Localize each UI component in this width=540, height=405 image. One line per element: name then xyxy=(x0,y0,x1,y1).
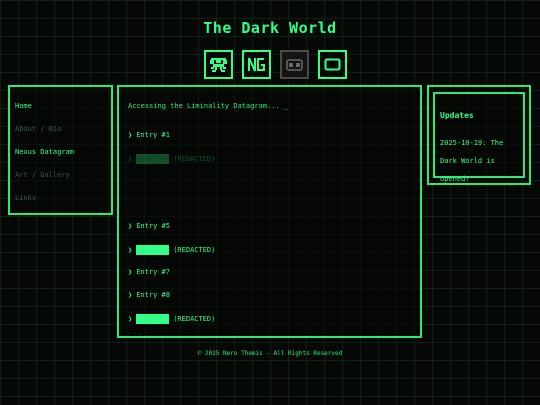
ng-logo-icon-button[interactable] xyxy=(242,50,271,79)
updates-text: 2025-10-19: The Dark World is opened! xyxy=(440,139,504,183)
entry-label: Entry #7 xyxy=(136,268,170,276)
chevron-right-icon: ❯ xyxy=(128,222,133,230)
footer-copyright: © 2025 Nero Themis - All Rights Reserved xyxy=(197,350,343,357)
entry-item[interactable]: ❯ Entry #5 xyxy=(128,222,170,230)
redaction-block xyxy=(136,245,170,255)
nav-item-nexus-datagram[interactable]: Nexus Datagram xyxy=(15,148,74,156)
updates-title: Updates xyxy=(440,111,474,120)
datagram-panel: Accessing the Liminality Datagram... _ ❯… xyxy=(117,85,422,338)
chevron-right-icon: ❯ xyxy=(128,246,133,254)
entry-item-redacted[interactable]: ❯ (REDACTED) xyxy=(128,154,215,164)
updates-panel: Updates 2025-10-19: The Dark World is op… xyxy=(427,85,531,185)
datagram-heading: Accessing the Liminality Datagram... _ xyxy=(128,102,289,110)
pixel-creature-icon xyxy=(210,58,227,72)
pixel-creature-icon-button[interactable] xyxy=(204,50,233,79)
sidebar-nav: Home About / Bio Nexus Datagram Art / Ga… xyxy=(8,85,113,215)
entry-label: Entry #8 xyxy=(136,291,170,299)
tv-screen-icon xyxy=(324,58,341,71)
entry-label: (REDACTED) xyxy=(173,246,216,254)
ng-logo-icon xyxy=(248,57,265,72)
handheld-console-icon xyxy=(286,59,303,71)
chevron-right-icon: ❯ xyxy=(128,155,133,163)
entry-item[interactable]: ❯ Entry #1 xyxy=(128,131,170,139)
entry-item-redacted[interactable]: ❯ (REDACTED) xyxy=(128,314,215,324)
nav-item-links[interactable]: Links xyxy=(15,194,36,202)
entry-label: Entry #5 xyxy=(136,222,170,230)
updates-box: Updates 2025-10-19: The Dark World is op… xyxy=(433,92,525,183)
site-title: The Dark World xyxy=(203,19,337,37)
tv-screen-icon-button[interactable] xyxy=(318,50,347,79)
entry-item[interactable]: ❯ Entry #7 xyxy=(128,268,170,276)
entry-label: Entry #1 xyxy=(136,131,170,139)
icon-bar xyxy=(204,50,347,79)
chevron-right-icon: ❯ xyxy=(128,315,133,323)
chevron-right-icon: ❯ xyxy=(128,291,133,299)
entry-label: (REDACTED) xyxy=(173,315,216,323)
redaction-block xyxy=(136,314,170,324)
entry-label: (REDACTED) xyxy=(173,155,216,163)
entry-item[interactable]: ❯ Entry #8 xyxy=(128,291,170,299)
nav-item-home[interactable]: Home xyxy=(15,102,32,110)
nav-item-art-gallery[interactable]: Art / Gallery xyxy=(15,171,70,179)
nav-item-about-bio[interactable]: About / Bio xyxy=(15,125,61,133)
handheld-console-icon-button[interactable] xyxy=(280,50,309,79)
chevron-right-icon: ❯ xyxy=(128,268,133,276)
redaction-block xyxy=(136,154,170,164)
entry-item-redacted[interactable]: ❯ (REDACTED) xyxy=(128,245,215,255)
chevron-right-icon: ❯ xyxy=(128,131,133,139)
